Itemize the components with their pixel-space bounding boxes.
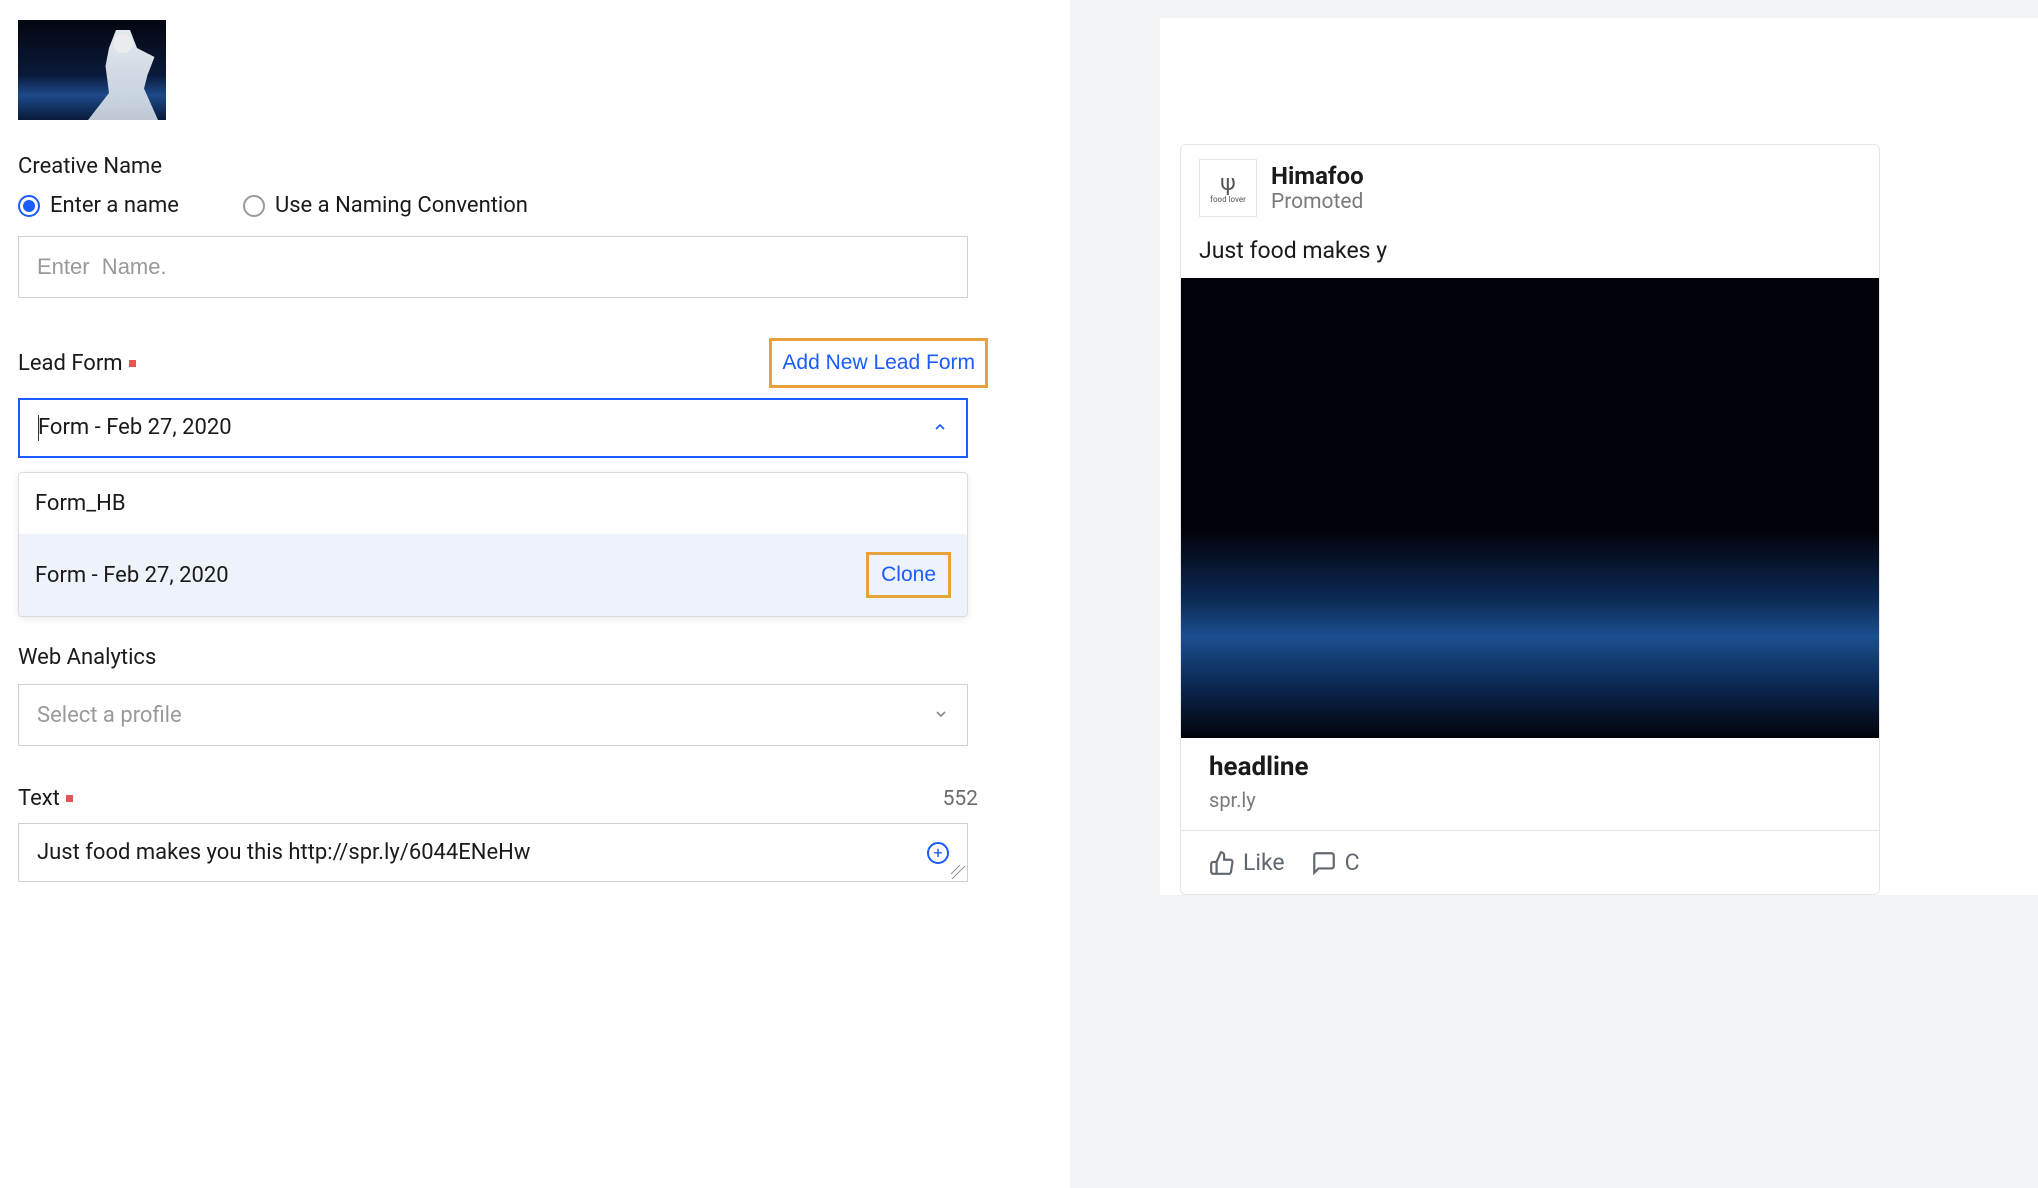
ad-preview-card: ψ food lover Himafoo Promoted Just food … <box>1180 144 1880 895</box>
preview-panel: ψ food lover Himafoo Promoted Just food … <box>1070 0 2038 1188</box>
lead-form-options-list: Form_HB Form - Feb 27, 2020 Clone <box>18 472 968 617</box>
brand-name: Himafoo <box>1271 162 1364 190</box>
web-analytics-select[interactable]: Select a profile <box>18 684 968 746</box>
clone-lead-form-button[interactable]: Clone <box>866 552 951 598</box>
creative-name-label: Creative Name <box>18 154 1052 179</box>
like-icon <box>1209 850 1235 876</box>
post-body-text: Just food makes y <box>1181 227 1879 278</box>
radio-checked-icon <box>18 195 40 217</box>
required-indicator-icon <box>129 360 136 367</box>
required-indicator-icon <box>66 795 73 802</box>
lead-form-option[interactable]: Form_HB <box>19 473 967 534</box>
lead-form-dropdown[interactable]: Form - Feb 27, 2020 <box>18 398 968 458</box>
resize-handle-icon[interactable] <box>951 865 965 879</box>
post-display-link: spr.ly <box>1209 788 1851 812</box>
text-textarea[interactable]: Just food makes you this http://spr.ly/6… <box>18 823 968 882</box>
preview-viewport: ψ food lover Himafoo Promoted Just food … <box>1160 18 2038 895</box>
brand-avatar: ψ food lover <box>1199 159 1257 217</box>
web-analytics-label: Web Analytics <box>18 645 1052 670</box>
post-action-bar: Like C <box>1181 830 1879 894</box>
radio-naming-convention[interactable]: Use a Naming Convention <box>243 193 528 218</box>
creative-name-radio-group: Enter a name Use a Naming Convention <box>18 193 1052 218</box>
post-caption: headline spr.ly <box>1181 738 1879 830</box>
form-editor-panel: Creative Name Enter a name Use a Naming … <box>0 0 1070 1188</box>
promoted-label: Promoted <box>1271 190 1364 214</box>
lead-form-option[interactable]: Form - Feb 27, 2020 Clone <box>19 534 967 616</box>
text-field-label: Text <box>18 786 73 811</box>
like-button[interactable]: Like <box>1199 843 1295 882</box>
chevron-down-icon <box>933 703 949 728</box>
text-value: Just food makes you this http://spr.ly/6… <box>37 840 530 865</box>
lead-form-selected-value: Form - Feb 27, 2020 <box>38 415 232 441</box>
radio-unchecked-icon <box>243 195 265 217</box>
lead-form-option-label: Form_HB <box>35 491 126 516</box>
post-headline: headline <box>1209 752 1851 782</box>
post-header: ψ food lover Himafoo Promoted <box>1181 145 1879 227</box>
creative-thumbnail[interactable] <box>18 20 166 120</box>
add-variable-icon[interactable]: + <box>927 842 949 864</box>
radio-enter-name-label: Enter a name <box>50 193 179 218</box>
fork-icon: ψ <box>1220 173 1235 195</box>
web-analytics-placeholder: Select a profile <box>37 703 182 728</box>
comment-icon <box>1311 850 1337 876</box>
comment-button[interactable]: C <box>1301 843 1370 882</box>
lead-form-label: Lead Form <box>18 351 136 376</box>
creative-name-input[interactable] <box>18 236 968 298</box>
add-new-lead-form-button[interactable]: Add New Lead Form <box>769 338 988 388</box>
text-char-count: 552 <box>943 787 978 811</box>
chevron-up-icon <box>932 416 948 441</box>
radio-enter-name[interactable]: Enter a name <box>18 193 179 218</box>
radio-naming-convention-label: Use a Naming Convention <box>275 193 528 218</box>
post-creative-image <box>1181 278 1879 738</box>
lead-form-option-label: Form - Feb 27, 2020 <box>35 563 229 588</box>
